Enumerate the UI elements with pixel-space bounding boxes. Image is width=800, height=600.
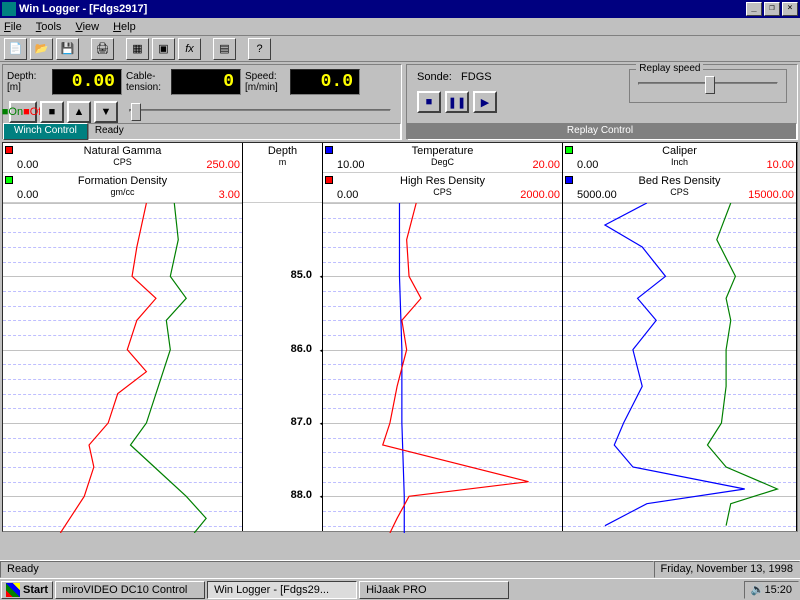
taskbar-item-2[interactable]: HiJaak PRO — [359, 581, 509, 599]
print-button[interactable]: 🖨 — [91, 38, 114, 60]
swatch-caliper — [565, 146, 573, 154]
sonde-value: FDGS — [461, 71, 492, 83]
replay-panel: Sonde: FDGS ■ ❚❚ ▶ Replay speed — [406, 64, 798, 140]
track-3: Caliper Inch 0.00 10.00 Bed Res Density … — [563, 143, 797, 531]
cascade-button[interactable]: ▦ — [126, 38, 149, 60]
open-button[interactable]: 📂 — [30, 38, 53, 60]
replay-pause-button[interactable]: ❚❚ — [445, 91, 469, 113]
winch-panel: Depth:[m] 0.00 Cable-tension: 0 Speed:[m… — [2, 64, 402, 140]
save-button[interactable]: 💾 — [56, 38, 79, 60]
depth-value: 87.0 — [291, 416, 312, 428]
menu-tools[interactable]: Tools — [36, 21, 62, 33]
taskbar-item-0[interactable]: miroVIDEO DC10 Control — [55, 581, 205, 599]
taskbar-item-1[interactable]: Win Logger - [Fdgs29... — [207, 581, 357, 599]
status-bar: Ready Friday, November 13, 1998 — [0, 560, 800, 578]
replay-play-button[interactable]: ▶ — [473, 91, 497, 113]
speed-lcd: 0.0 — [290, 69, 360, 95]
depth-value: 85.0 — [291, 269, 312, 281]
system-tray[interactable]: 🔊 15:20 — [744, 581, 799, 599]
toolbar: 📄 📂 💾 🖨 ▦ ▣ fx ▤ ? — [0, 36, 800, 62]
swatch-temperature — [325, 146, 333, 154]
depth-track: Depth m 85.086.087.088.0 — [243, 143, 323, 531]
depth-label: Depth:[m] — [7, 71, 52, 93]
fx-button[interactable]: fx — [178, 38, 201, 60]
replay-control-tab[interactable]: Replay Control — [407, 123, 797, 140]
tension-label: Cable-tension: — [126, 71, 171, 93]
depth-value: 88.0 — [291, 489, 312, 501]
depth-value: 86.0 — [291, 343, 312, 355]
track-1: Natural Gamma CPS 0.00 250.00 Formation … — [3, 143, 243, 531]
menu-bar: File Tools View Help — [0, 18, 800, 36]
winch-slider[interactable] — [129, 101, 391, 121]
maximize-button[interactable]: ❐ — [764, 2, 780, 16]
winch-status: Ready — [88, 123, 401, 140]
log-area: Natural Gamma CPS 0.00 250.00 Formation … — [2, 142, 798, 532]
window-title: Win Logger - [Fdgs2917] — [19, 3, 744, 15]
menu-file[interactable]: File — [4, 21, 22, 33]
swatch-bed-res-density — [565, 176, 573, 184]
winch-down-button[interactable]: ▼ — [94, 101, 118, 123]
taskbar: Start miroVIDEO DC10 Control Win Logger … — [0, 578, 800, 600]
sonde-label: Sonde: — [417, 71, 452, 83]
depth-lcd: 0.00 — [52, 69, 122, 95]
app-icon — [2, 2, 16, 16]
menu-help[interactable]: Help — [113, 21, 136, 33]
window-button[interactable]: ▣ — [152, 38, 175, 60]
help-button[interactable]: ? — [248, 38, 271, 60]
onoff-button[interactable]: ■On■Off — [9, 101, 37, 123]
new-button[interactable]: 📄 — [4, 38, 27, 60]
swatch-natural-gamma — [5, 146, 13, 154]
status-ready: Ready — [0, 561, 654, 578]
swatch-high-res-density — [325, 176, 333, 184]
close-button[interactable]: × — [782, 2, 798, 16]
replay-speed-slider[interactable] — [638, 74, 778, 94]
status-date: Friday, November 13, 1998 — [654, 561, 800, 578]
speed-label: Speed:[m/min] — [245, 71, 290, 93]
tension-lcd: 0 — [171, 69, 241, 95]
winch-control-tab[interactable]: Winch Control — [3, 123, 88, 140]
replay-speed-legend: Replay speed — [636, 63, 703, 74]
winch-stop-button[interactable]: ■ — [40, 101, 64, 123]
track-2: Temperature DegC 10.00 20.00 High Res De… — [323, 143, 563, 531]
winch-up-button[interactable]: ▲ — [67, 101, 91, 123]
menu-view[interactable]: View — [75, 21, 99, 33]
clock: 15:20 — [764, 584, 792, 596]
title-bar: Win Logger - [Fdgs2917] _ ❐ × — [0, 0, 800, 18]
replay-speed-group: Replay speed — [629, 69, 787, 103]
table-button[interactable]: ▤ — [213, 38, 236, 60]
swatch-formation-density — [5, 176, 13, 184]
replay-stop-button[interactable]: ■ — [417, 91, 441, 113]
start-button[interactable]: Start — [1, 581, 53, 599]
minimize-button[interactable]: _ — [746, 2, 762, 16]
